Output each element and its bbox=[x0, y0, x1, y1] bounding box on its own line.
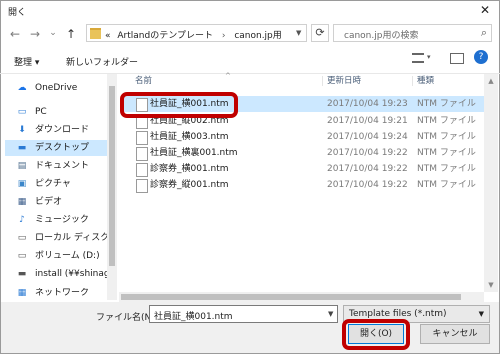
pc-icon: ▭ bbox=[17, 107, 27, 117]
view-chevron-icon[interactable]: ▾ bbox=[427, 53, 431, 61]
column-separator[interactable] bbox=[412, 76, 413, 86]
highlight-selected-file bbox=[120, 92, 238, 118]
file-name: 診察券_横001.ntm bbox=[150, 164, 229, 174]
refresh-icon[interactable]: ⟳ bbox=[311, 24, 329, 42]
column-header-date[interactable]: 更新日時 bbox=[327, 74, 361, 88]
file-date: 2017/10/04 19:22 bbox=[327, 164, 408, 174]
file-icon bbox=[136, 179, 148, 193]
file-name: 社員証_横003.ntm bbox=[150, 132, 229, 142]
file-row[interactable]: 診察券_横001.ntm 2017/10/04 19:22 NTM ファイル bbox=[122, 161, 484, 177]
close-icon[interactable]: ✕ bbox=[476, 2, 494, 18]
window-title: 開く bbox=[8, 8, 27, 18]
file-date: 2017/10/04 19:23 bbox=[327, 99, 408, 109]
new-folder-button[interactable]: 新しいフォルダー bbox=[66, 55, 138, 68]
column-separator[interactable] bbox=[322, 76, 323, 86]
file-date: 2017/10/04 19:22 bbox=[327, 180, 408, 190]
file-name: 診察券_縦001.ntm bbox=[150, 180, 229, 190]
file-type: NTM ファイル bbox=[417, 164, 476, 174]
sidebar-item-volume-d[interactable]: ▭ ボリューム (D:) bbox=[5, 248, 117, 264]
file-list-scrollbar[interactable]: ▲ ▼ bbox=[484, 74, 498, 292]
cancel-button[interactable]: キャンセル bbox=[420, 324, 490, 344]
file-date: 2017/10/04 19:21 bbox=[327, 116, 408, 126]
breadcrumb-overflow[interactable]: « bbox=[105, 31, 111, 41]
back-arrow-icon[interactable]: ← bbox=[8, 27, 22, 41]
music-icon: ♪ bbox=[19, 215, 25, 225]
file-icon bbox=[136, 147, 148, 161]
column-header-type[interactable]: 種類 bbox=[417, 74, 434, 88]
sidebar-item-videos[interactable]: ▦ ビデオ bbox=[5, 194, 117, 210]
horizontal-scroll-thumb[interactable] bbox=[121, 294, 461, 300]
sidebar-item-music[interactable]: ♪ ミュージック bbox=[5, 212, 117, 228]
disk-icon: ▭ bbox=[17, 251, 27, 261]
sidebar-item-pc[interactable]: ▭ PC bbox=[5, 104, 117, 120]
view-options-icon[interactable] bbox=[412, 53, 424, 63]
picture-icon: ▣ bbox=[17, 179, 27, 189]
search-icon[interactable]: ⌕ bbox=[481, 26, 487, 40]
column-header-name[interactable]: 名前 bbox=[135, 74, 152, 88]
sidebar-scrollbar[interactable] bbox=[107, 74, 117, 300]
file-date: 2017/10/04 19:24 bbox=[327, 132, 408, 142]
horizontal-scrollbar[interactable] bbox=[119, 292, 484, 302]
file-type: NTM ファイル bbox=[417, 180, 476, 190]
breadcrumb-item-canon[interactable]: canon.jp用 bbox=[234, 31, 281, 41]
sidebar-scroll-thumb[interactable] bbox=[109, 86, 115, 266]
breadcrumb-item-artland[interactable]: Artlandのテンプレート bbox=[117, 31, 213, 41]
sidebar-item-pictures[interactable]: ▣ ピクチャ bbox=[5, 176, 117, 192]
address-dropdown-icon[interactable]: ▼ bbox=[296, 29, 301, 37]
sidebar-item-network[interactable]: ▦ ネットワーク bbox=[5, 288, 117, 298]
filename-dropdown-icon[interactable]: ▼ bbox=[328, 310, 333, 318]
folder-icon bbox=[90, 28, 101, 39]
recent-locations-chevron-icon[interactable]: ⌄ bbox=[46, 26, 60, 40]
scroll-down-icon[interactable]: ▼ bbox=[484, 278, 498, 292]
search-box[interactable]: canon.jp用の検索 ⌕ bbox=[333, 24, 492, 42]
download-icon: ⬇ bbox=[18, 125, 26, 135]
up-arrow-icon[interactable]: ↑ bbox=[64, 27, 78, 41]
sort-caret-icon: ^ bbox=[225, 72, 231, 80]
file-row[interactable]: 社員証_横裏001.ntm 2017/10/04 19:22 NTM ファイル bbox=[122, 145, 484, 161]
address-bar[interactable]: « Artlandのテンプレート › canon.jp用 bbox=[86, 24, 307, 42]
desktop-icon: ▬ bbox=[17, 143, 27, 153]
sidebar-item-documents[interactable]: ▤ ドキュメント bbox=[5, 158, 117, 174]
sidebar-item-downloads[interactable]: ⬇ ダウンロード bbox=[5, 122, 117, 138]
title-bar bbox=[1, 1, 499, 21]
network-icon: ▦ bbox=[17, 288, 27, 298]
file-date: 2017/10/04 19:22 bbox=[327, 148, 408, 158]
disk-icon: ▭ bbox=[17, 233, 27, 243]
sidebar-item-onedrive[interactable]: ☁ OneDrive bbox=[5, 80, 117, 96]
file-icon bbox=[136, 163, 148, 177]
video-icon: ▦ bbox=[17, 197, 27, 207]
file-type: NTM ファイル bbox=[417, 132, 476, 142]
file-row[interactable]: 診察券_縦001.ntm 2017/10/04 19:22 NTM ファイル bbox=[122, 177, 484, 193]
preview-pane-icon[interactable] bbox=[450, 53, 464, 64]
file-type: NTM ファイル bbox=[417, 148, 476, 158]
scroll-up-icon[interactable]: ▲ bbox=[484, 74, 498, 88]
file-name: 社員証_横裏001.ntm bbox=[150, 148, 238, 158]
cloud-icon: ☁ bbox=[17, 83, 27, 93]
file-icon bbox=[136, 131, 148, 145]
document-icon: ▤ bbox=[17, 161, 27, 171]
sidebar-item-local-disk[interactable]: ▭ ローカル ディスク (C bbox=[5, 230, 117, 246]
file-row[interactable]: 社員証_横003.ntm 2017/10/04 19:24 NTM ファイル bbox=[122, 129, 484, 145]
search-placeholder: canon.jp用の検索 bbox=[344, 31, 419, 41]
help-icon[interactable]: ? bbox=[474, 50, 488, 64]
forward-arrow-icon[interactable]: → bbox=[28, 27, 42, 41]
highlight-open-button bbox=[342, 319, 410, 350]
network-drive-icon: ▬ bbox=[17, 269, 27, 279]
file-type: NTM ファイル bbox=[417, 99, 476, 109]
navigation-pane: ☁ OneDrive ▭ PC ⬇ ダウンロード ▬ デスクトップ ▤ ドキュメント ▣ ピ… bbox=[5, 74, 119, 300]
sidebar-item-install[interactable]: ▬ install (¥¥shinag bbox=[5, 266, 117, 282]
chevron-down-icon: ▼ bbox=[478, 310, 484, 318]
breadcrumb-separator-icon[interactable]: › bbox=[222, 31, 226, 41]
filename-input[interactable]: 社員証_横001.ntm bbox=[149, 305, 338, 323]
organize-button[interactable]: 整理 ▾ bbox=[14, 55, 39, 68]
file-type: NTM ファイル bbox=[417, 116, 476, 126]
sidebar-item-desktop[interactable]: ▬ デスクトップ bbox=[5, 140, 117, 156]
